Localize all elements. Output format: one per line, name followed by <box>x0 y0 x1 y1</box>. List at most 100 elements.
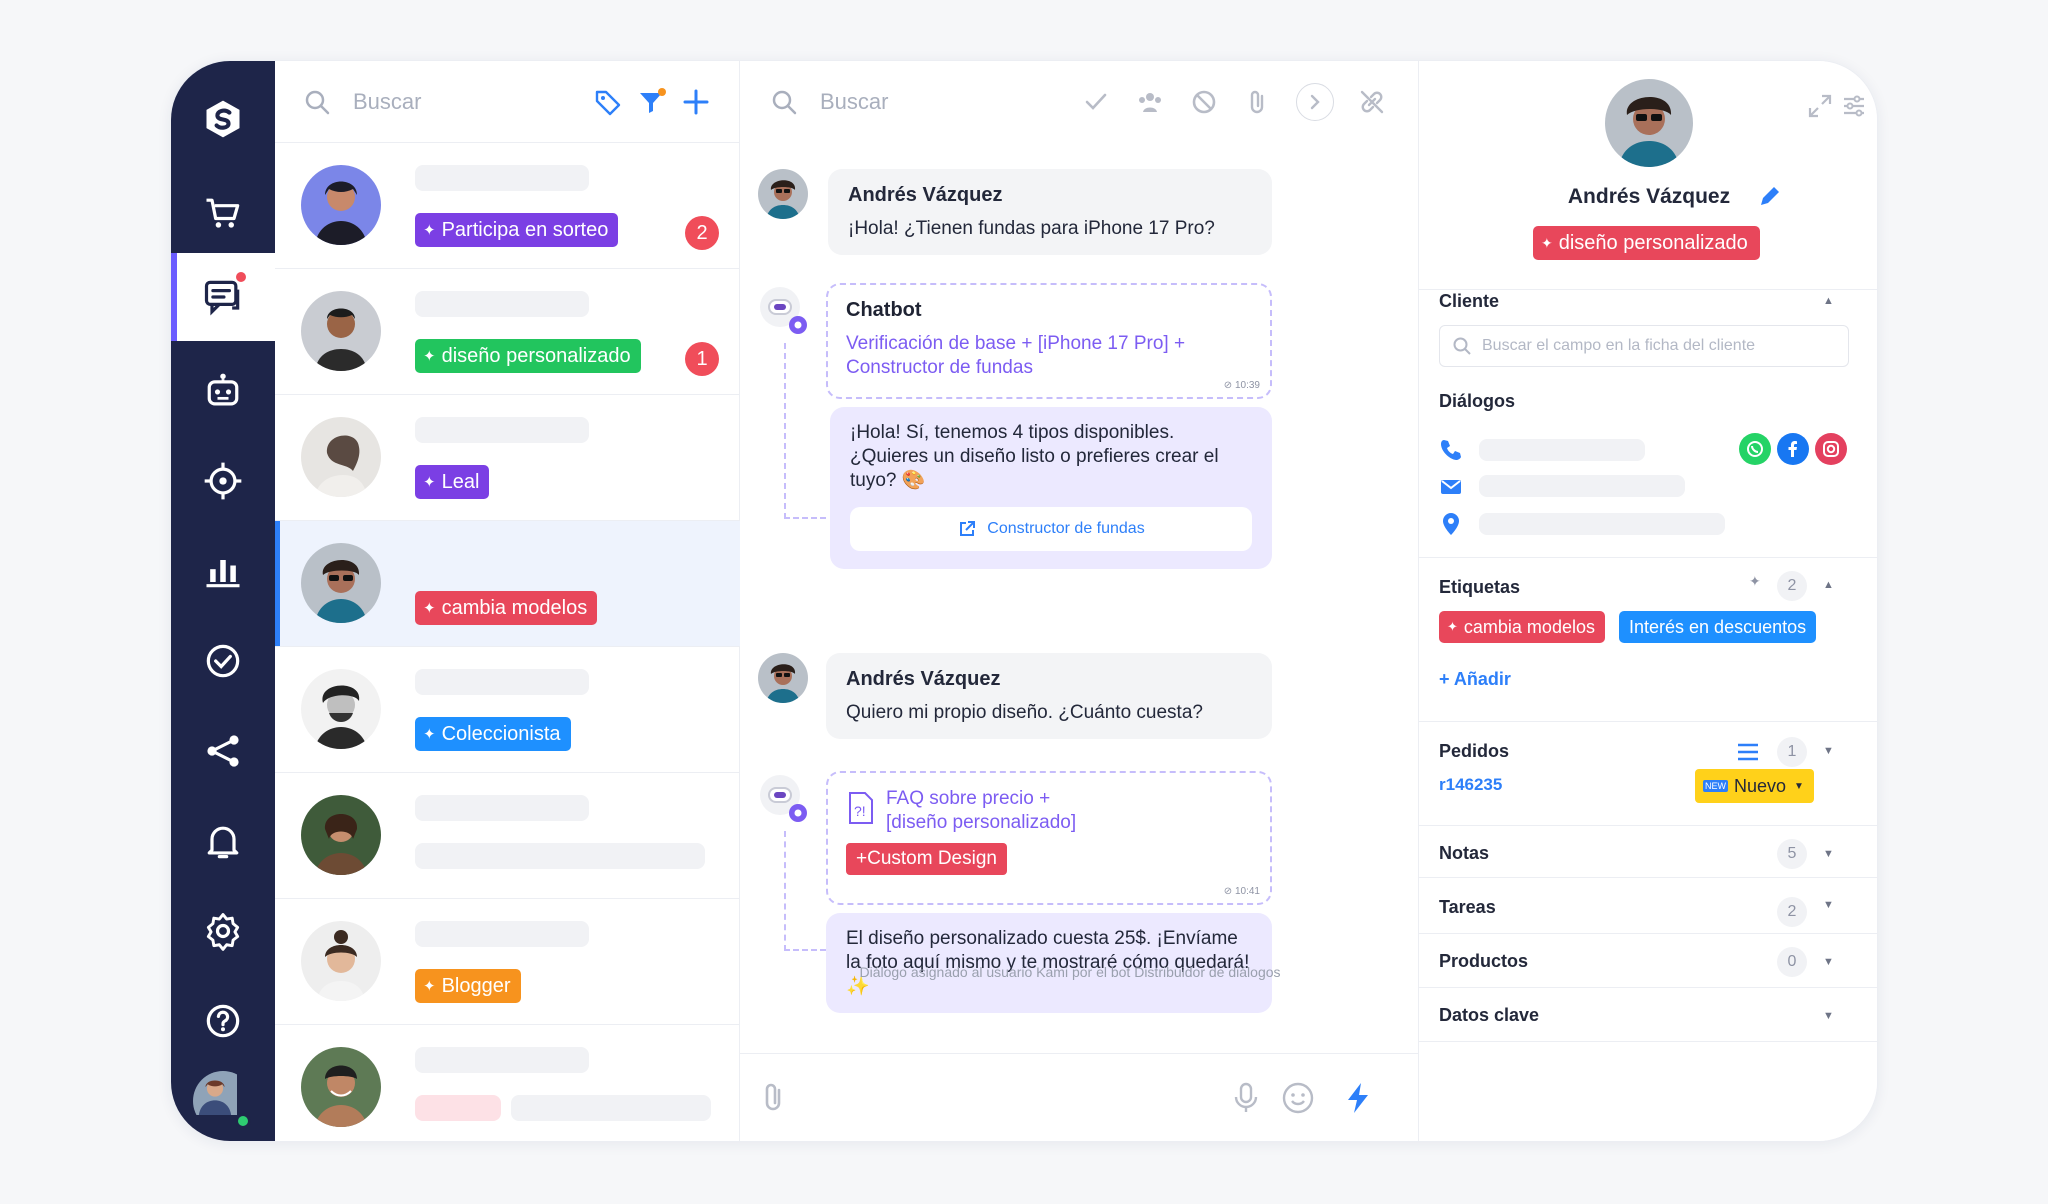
assign-button[interactable] <box>1134 86 1166 118</box>
next-button[interactable] <box>1296 83 1334 121</box>
conversation-search-input[interactable]: Buscar <box>353 89 579 115</box>
labels-count: 2 <box>1777 571 1807 601</box>
smiley-icon <box>1282 1082 1314 1114</box>
section-labels-title[interactable]: Etiquetas <box>1439 577 1520 598</box>
nav-settings[interactable] <box>171 887 275 975</box>
button-label: Constructor de fundas <box>987 520 1145 537</box>
section-key-data-title[interactable]: Datos clave <box>1439 1005 1539 1026</box>
whatsapp-icon[interactable] <box>1739 433 1771 465</box>
chevron-up-icon[interactable]: ▲ <box>1823 579 1834 591</box>
address-placeholder <box>1479 513 1725 535</box>
emoji-button[interactable] <box>1280 1080 1316 1116</box>
section-products-title[interactable]: Productos <box>1439 951 1528 972</box>
conversation-tag: ✦ Coleccionista <box>415 717 571 751</box>
voice-button[interactable] <box>1228 1080 1264 1116</box>
pin-icon: ✦ <box>423 474 436 491</box>
lightning-icon <box>1348 1083 1368 1113</box>
list-icon[interactable] <box>1735 739 1761 770</box>
contact-name: Andrés Vázquez <box>1567 185 1731 208</box>
conversation-item[interactable]: ✦ Coleccionista <box>275 647 740 773</box>
conversation-item[interactable] <box>275 773 740 899</box>
divider <box>1419 933 1877 934</box>
order-id-link[interactable]: r146235 <box>1439 775 1502 795</box>
filter-button[interactable] <box>637 87 667 117</box>
attachments-button[interactable] <box>1242 86 1274 118</box>
section-client-title[interactable]: Cliente <box>1439 291 1499 312</box>
chevron-up-icon[interactable]: ▲ <box>1823 295 1834 307</box>
chatbot-avatar <box>758 773 808 823</box>
tag-filter-button[interactable] <box>593 87 623 117</box>
conversation-item[interactable]: ✦ diseño personalizado 1 <box>275 269 740 395</box>
label-chip[interactable]: ✦ cambia modelos <box>1439 611 1605 643</box>
chevron-down-icon[interactable]: ▼ <box>1823 1010 1834 1022</box>
nav-shop[interactable] <box>171 169 275 257</box>
facebook-messenger-icon[interactable] <box>1777 433 1809 465</box>
external-link-button[interactable]: Constructor de fundas <box>850 507 1252 551</box>
chevron-down-icon[interactable]: ▼ <box>1823 899 1834 911</box>
assignment-note: Diálogo asignado al usuario Kami por el … <box>859 964 1281 980</box>
nav-bots[interactable] <box>171 347 275 435</box>
contact-profile-avatar <box>1605 79 1693 167</box>
conversation-search-bar: Buscar <box>275 61 739 143</box>
expand-button[interactable] <box>1807 93 1833 124</box>
bot-flow-link[interactable]: Verificación de base + [iPhone 17 Pro] +… <box>846 333 1185 378</box>
conversation-item[interactable] <box>275 1025 740 1141</box>
section-tasks-title[interactable]: Tareas <box>1439 897 1496 918</box>
message-text: ¡Hola! ¿Tienen fundas para iPhone 17 Pro… <box>848 218 1215 239</box>
nav-integrations[interactable] <box>171 707 275 795</box>
conversation-item[interactable]: ✦ Participa en sorteo 2 <box>275 143 740 269</box>
unlink-button[interactable] <box>1356 86 1388 118</box>
app-logo[interactable] <box>171 75 275 163</box>
chat-search-input[interactable]: Buscar <box>820 89 1058 115</box>
chevron-down-icon[interactable]: ▼ <box>1823 956 1834 968</box>
contact-details-panel: Andrés Vázquez ✦ diseño personalizado Cli… <box>1419 61 1877 1141</box>
section-notes-title[interactable]: Notas <box>1439 843 1489 864</box>
message-placeholder <box>511 1095 711 1121</box>
microphone-icon <box>1234 1082 1258 1112</box>
block-button[interactable] <box>1188 86 1220 118</box>
name-placeholder <box>415 165 589 191</box>
conversation-item-selected[interactable]: ✦ cambia modelos <box>275 521 740 647</box>
flow-connector <box>784 343 826 519</box>
target-icon <box>204 462 242 500</box>
instagram-icon[interactable] <box>1815 433 1847 465</box>
nav-chats[interactable] <box>171 253 275 341</box>
add-label-button[interactable]: + Añadir <box>1439 669 1511 690</box>
nav-notifications[interactable] <box>171 797 275 885</box>
client-field-search[interactable]: Buscar el campo en la ficha del cliente <box>1439 325 1849 367</box>
conversation-item[interactable]: ✦ Blogger <box>275 899 740 1025</box>
share-icon <box>207 735 239 767</box>
contact-avatar <box>301 165 381 245</box>
nav-tasks[interactable] <box>171 617 275 705</box>
chevron-down-icon[interactable]: ▼ <box>1823 848 1834 860</box>
nav-targeting[interactable] <box>171 437 275 525</box>
quick-reply-button[interactable] <box>1340 1080 1376 1116</box>
contact-tag: ✦ diseño personalizado <box>1533 226 1760 260</box>
panel-settings-button[interactable] <box>1841 93 1867 124</box>
attach-button[interactable] <box>756 1080 792 1116</box>
bot-flow-link[interactable]: FAQ sobre precio + [diseño personalizado… <box>886 787 1116 835</box>
edit-contact-button[interactable] <box>1757 183 1783 214</box>
tag-label: Blogger <box>441 974 511 997</box>
pencil-icon <box>1761 187 1779 205</box>
flow-connector <box>784 831 826 951</box>
conversation-item[interactable]: ✦ Leal <box>275 395 740 521</box>
label-chip[interactable]: Interés en descuentos <box>1619 611 1817 643</box>
unread-badge: 2 <box>685 216 719 250</box>
conversation-tag: ✦ cambia modelos <box>415 591 598 625</box>
new-conversation-button[interactable] <box>681 87 711 117</box>
tag-placeholder <box>415 1095 501 1121</box>
gear-icon <box>206 913 240 951</box>
nav-analytics[interactable] <box>171 527 275 615</box>
sliders-icon <box>1844 95 1864 117</box>
resolve-button[interactable] <box>1080 86 1112 118</box>
name-placeholder <box>415 795 589 821</box>
tag-icon <box>595 90 621 115</box>
nav-help[interactable] <box>171 977 275 1065</box>
pin-icon: ✦ <box>423 348 436 365</box>
order-status-select[interactable]: NEW Nuevo ▼ <box>1695 769 1814 803</box>
chevron-down-icon[interactable]: ▼ <box>1823 745 1834 757</box>
message-composer <box>740 1053 1419 1141</box>
chat-panel: Buscar Andrés Vázquez ¡Hola! ¿Tienen fun… <box>740 61 1419 1141</box>
section-orders-title[interactable]: Pedidos <box>1439 741 1509 762</box>
